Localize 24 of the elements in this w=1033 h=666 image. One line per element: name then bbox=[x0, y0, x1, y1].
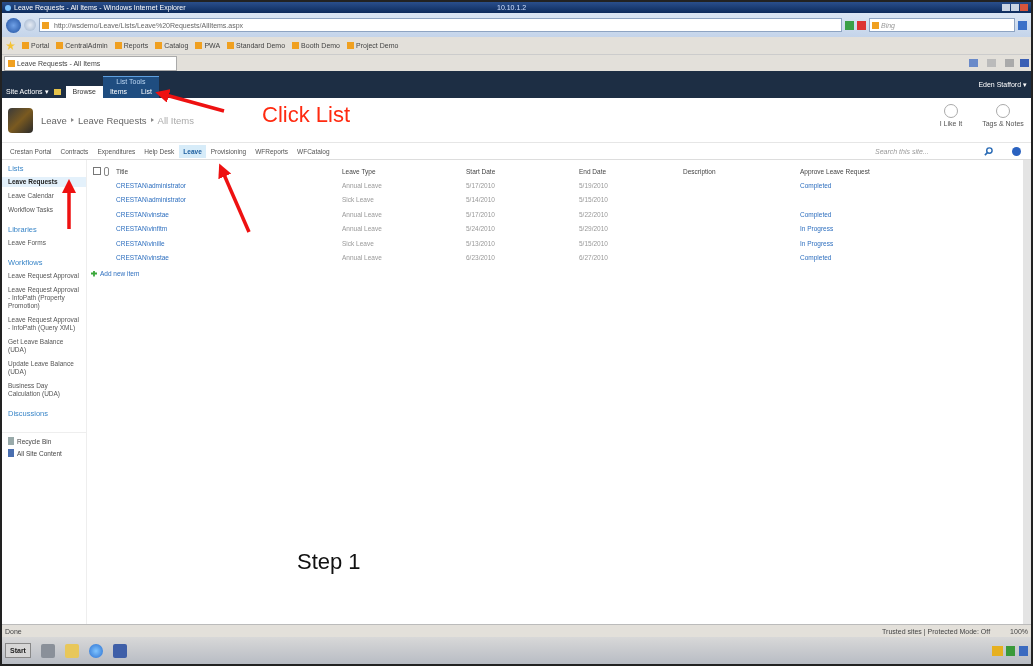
search-icon[interactable] bbox=[1018, 20, 1027, 30]
annotation-arrow bbox=[62, 179, 76, 229]
browser-icon[interactable] bbox=[88, 643, 103, 658]
breadcrumb-separator-icon bbox=[150, 118, 154, 122]
folder-icon[interactable] bbox=[53, 89, 61, 95]
breadcrumb-link[interactable]: Leave Requests bbox=[77, 114, 147, 126]
refresh-icon[interactable] bbox=[845, 20, 854, 30]
computer-icon[interactable] bbox=[112, 643, 127, 658]
annotation-text: Step 1 bbox=[297, 549, 361, 575]
breadcrumb-separator-icon bbox=[70, 118, 74, 122]
stop-icon[interactable] bbox=[857, 20, 866, 30]
system-tray-icon[interactable] bbox=[992, 645, 1028, 656]
select-all-checkbox[interactable] bbox=[93, 167, 101, 175]
back-button[interactable] bbox=[6, 17, 21, 33]
window-controls-icon[interactable] bbox=[1002, 4, 1028, 11]
site-logo-icon[interactable] bbox=[8, 107, 33, 133]
search-icon[interactable] bbox=[984, 146, 993, 156]
help-icon[interactable] bbox=[1012, 146, 1021, 156]
annotation-arrow bbox=[155, 89, 225, 113]
breadcrumb-link[interactable]: Leave bbox=[41, 114, 67, 126]
annotation-arrow bbox=[218, 163, 251, 233]
browser-logo-icon bbox=[5, 4, 11, 11]
annotation-text: Click List bbox=[262, 102, 350, 128]
attachment-icon bbox=[104, 166, 109, 176]
